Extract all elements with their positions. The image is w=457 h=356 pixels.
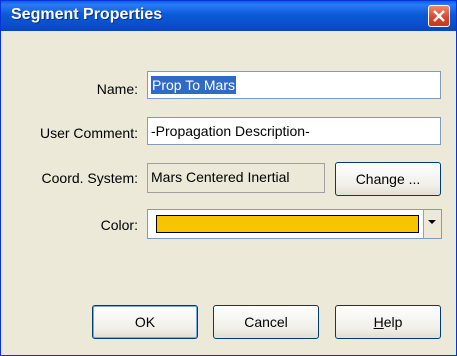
cancel-button[interactable]: Cancel	[213, 305, 319, 339]
name-input[interactable]: Prop To Mars	[147, 71, 441, 99]
segment-properties-dialog: Segment Properties Name: Prop To Mars Us…	[0, 0, 457, 356]
color-swatch	[156, 215, 419, 233]
close-button[interactable]	[428, 5, 450, 27]
color-dropdown-arrow[interactable]	[423, 210, 441, 238]
name-value: Prop To Mars	[151, 76, 236, 94]
coord-system-value: Mars Centered Inertial	[151, 169, 290, 185]
color-dropdown[interactable]	[147, 209, 442, 239]
chevron-down-icon	[428, 220, 436, 224]
coord-system-label: Coord. System:	[41, 170, 138, 186]
title-bar[interactable]: Segment Properties	[1, 1, 456, 31]
user-comment-value: -Propagation Description-	[151, 123, 310, 139]
name-label: Name:	[96, 81, 138, 97]
coord-system-field: Mars Centered Inertial	[147, 163, 325, 193]
color-label: Color:	[100, 217, 138, 233]
help-label: elp	[383, 314, 403, 330]
window-title: Segment Properties	[11, 6, 163, 23]
user-comment-label: User Comment:	[39, 125, 138, 141]
user-comment-input[interactable]: -Propagation Description-	[147, 117, 441, 145]
help-button[interactable]: Help	[335, 305, 441, 339]
close-icon	[433, 10, 445, 22]
change-button[interactable]: Change ...	[335, 162, 441, 196]
ok-button[interactable]: OK	[92, 305, 198, 339]
help-mnemonic: H	[373, 314, 384, 330]
